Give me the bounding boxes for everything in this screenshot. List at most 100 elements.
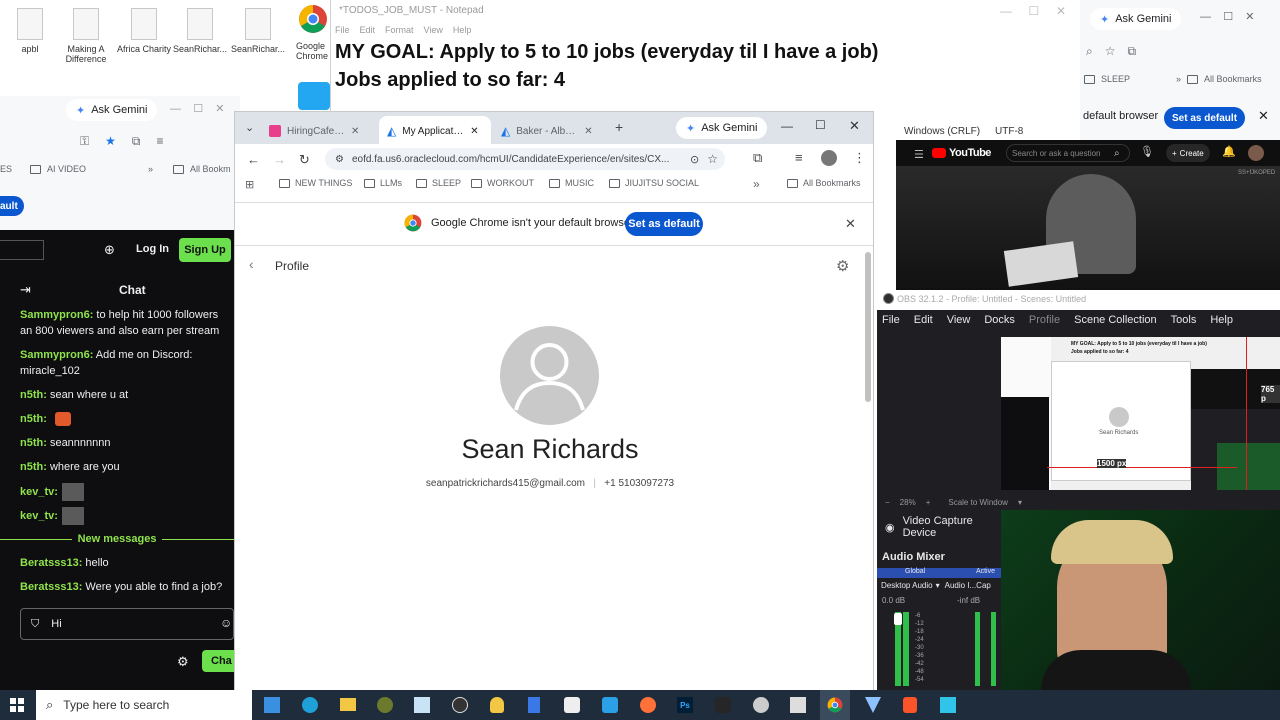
obs-preview[interactable]: MY GOAL: Apply to 5 to 10 jobs (everyday… bbox=[1001, 337, 1280, 490]
set-default-button[interactable]: ault bbox=[0, 196, 24, 216]
menu-profile[interactable]: Profile bbox=[1029, 314, 1060, 326]
bookmark-llms[interactable]: LLMs bbox=[364, 178, 402, 188]
davinci-icon[interactable] bbox=[715, 697, 731, 713]
site-info-icon[interactable]: ⚙ bbox=[335, 154, 344, 165]
ask-gemini-button[interactable]: ✦ Ask Gemini bbox=[676, 117, 768, 139]
bookmark-new-things[interactable]: NEW THINGS bbox=[279, 178, 352, 188]
signup-button[interactable]: Sign Up bbox=[179, 238, 231, 262]
profile-avatar[interactable] bbox=[1248, 145, 1264, 161]
hamburger-icon[interactable]: ☰ bbox=[914, 148, 924, 161]
close-window-button[interactable]: ✕ bbox=[849, 118, 860, 134]
task-view-icon[interactable] bbox=[264, 697, 280, 713]
tab-my-application[interactable]: ◭ My Application ✕ bbox=[387, 118, 491, 144]
bookmark-workout[interactable]: WORKOUT bbox=[471, 178, 534, 188]
obs-taskbar-icon[interactable] bbox=[452, 697, 468, 713]
minimize-button[interactable]: — bbox=[781, 119, 793, 133]
chevron-down-icon[interactable]: ▾ bbox=[1018, 498, 1022, 507]
menu-edit[interactable]: Edit bbox=[360, 25, 376, 35]
menu-icon[interactable]: ⋮ bbox=[853, 150, 866, 166]
candidate-email[interactable]: seanpatrickrichards415@gmail.com bbox=[426, 478, 585, 489]
profile-avatar[interactable] bbox=[821, 150, 837, 166]
close-icon[interactable]: ✕ bbox=[351, 126, 359, 137]
close-icon[interactable]: ✕ bbox=[1258, 108, 1269, 124]
scrollbar[interactable] bbox=[865, 252, 871, 402]
menu-view[interactable]: View bbox=[947, 314, 971, 326]
document-icon[interactable] bbox=[528, 697, 540, 713]
youtube-logo[interactable]: YouTube bbox=[932, 147, 991, 159]
ask-gemini-button[interactable]: ✦ Ask Gemini bbox=[1090, 8, 1182, 30]
tab-hiringcafe[interactable]: HiringCafe - AI ✕ bbox=[269, 118, 373, 144]
plus-icon[interactable]: + bbox=[926, 498, 931, 507]
chat-input[interactable]: ⛉ Hi bbox=[20, 608, 234, 640]
close-icon[interactable]: ✕ bbox=[470, 126, 478, 137]
app-icon[interactable] bbox=[940, 697, 956, 713]
back-icon[interactable]: ← bbox=[247, 152, 260, 167]
star-icon[interactable]: ★ bbox=[105, 134, 116, 149]
scale-select[interactable]: Scale to Window bbox=[948, 498, 1008, 507]
app-icon[interactable] bbox=[790, 697, 806, 713]
location-icon[interactable]: ⊙ bbox=[690, 153, 699, 166]
chat-username[interactable]: kev_tv: bbox=[20, 510, 58, 522]
ask-gemini-button[interactable]: ✦ Ask Gemini bbox=[66, 99, 158, 121]
reload-icon[interactable]: ↻ bbox=[299, 152, 310, 168]
bookmark-sleep[interactable]: SLEEP bbox=[416, 178, 461, 188]
bookmark-es[interactable]: ES bbox=[0, 164, 12, 174]
video-player[interactable]: SS+fJKOPED bbox=[896, 166, 1280, 290]
media-icon[interactable]: ≡ bbox=[156, 134, 163, 149]
tab-search-icon[interactable]: ⌄ bbox=[245, 121, 254, 134]
photoshop-icon[interactable]: Ps bbox=[677, 697, 693, 713]
settings-gear-icon[interactable]: ⚙ bbox=[836, 257, 849, 275]
chat-username[interactable]: Beratsss13: bbox=[20, 557, 82, 569]
search-icon[interactable]: ⌕ bbox=[1114, 148, 1120, 159]
minus-icon[interactable]: − bbox=[885, 498, 890, 507]
tab-global[interactable]: Global bbox=[905, 568, 925, 578]
desktop-icon[interactable]: SeanRichar... bbox=[230, 8, 286, 54]
all-bookmarks[interactable]: All Bookmarks bbox=[1204, 74, 1262, 84]
desktop-icon[interactable]: apbl bbox=[2, 8, 58, 54]
all-bookmarks[interactable]: All Bookm bbox=[190, 164, 231, 174]
emoji-icon[interactable]: ☺ bbox=[220, 616, 232, 630]
bookmark-sleep[interactable]: SLEEP bbox=[1101, 74, 1130, 84]
brave-icon[interactable] bbox=[903, 697, 917, 713]
menu-format[interactable]: Format bbox=[385, 25, 414, 35]
media-icon[interactable]: ≡ bbox=[795, 150, 803, 165]
volume-slider[interactable] bbox=[894, 613, 902, 625]
extension-icon[interactable]: ⧉ bbox=[1128, 44, 1137, 59]
desktop-icon[interactable]: Africa Charity bbox=[116, 8, 172, 54]
candidate-phone[interactable]: +1 5103097273 bbox=[604, 478, 674, 489]
chat-username[interactable]: kev_tv: bbox=[20, 486, 58, 498]
app-icon[interactable] bbox=[377, 697, 393, 713]
taskbar-search[interactable]: ⌕ Type here to search bbox=[36, 690, 252, 720]
tab-active[interactable]: Active bbox=[976, 568, 995, 578]
notepad-window-controls[interactable]: — ☐ ✕ bbox=[1000, 4, 1066, 18]
chat-send-button[interactable]: Cha bbox=[202, 650, 234, 672]
chat-username[interactable]: n5th: bbox=[20, 437, 47, 449]
desktop-icon[interactable]: Making A Difference bbox=[58, 8, 114, 64]
menu-docks[interactable]: Docks bbox=[984, 314, 1015, 326]
app-icon[interactable] bbox=[564, 697, 580, 713]
menu-view[interactable]: View bbox=[424, 25, 443, 35]
chevron-right-icon[interactable]: » bbox=[1176, 74, 1181, 84]
app-icon[interactable] bbox=[865, 697, 881, 713]
lightbulb-icon[interactable] bbox=[490, 697, 504, 713]
extension-icon[interactable]: ⧉ bbox=[753, 150, 762, 166]
new-tab-button[interactable]: + bbox=[615, 119, 623, 135]
login-button[interactable]: Log In bbox=[136, 243, 169, 255]
bookmark-jiujitsu-social[interactable]: JIUJITSU SOCIAL bbox=[609, 178, 699, 188]
desktop-chrome-shortcut[interactable]: Google Chrome bbox=[296, 4, 330, 72]
chrome-taskbar-icon[interactable] bbox=[827, 697, 843, 713]
chevron-right-icon[interactable]: » bbox=[753, 177, 760, 191]
chat-username[interactable]: Sammypron6: bbox=[20, 349, 93, 361]
close-icon[interactable]: ✕ bbox=[845, 216, 856, 232]
create-button[interactable]: + Create bbox=[1166, 144, 1210, 162]
youtube-search[interactable]: Search or ask a question ⌕ bbox=[1006, 144, 1130, 162]
chat-search-box[interactable] bbox=[0, 240, 44, 260]
app-icon[interactable] bbox=[414, 697, 430, 713]
globe-icon[interactable]: ⊕ bbox=[104, 242, 115, 258]
menu-scene-collection[interactable]: Scene Collection bbox=[1074, 314, 1157, 326]
back-chevron-icon[interactable]: ‹ bbox=[249, 256, 254, 272]
menu-file[interactable]: File bbox=[335, 25, 350, 35]
extension-icon[interactable]: ⧉ bbox=[132, 134, 141, 149]
search-icon[interactable]: ⌕ bbox=[1086, 44, 1093, 59]
mic-icon[interactable]: 🎙 bbox=[1140, 145, 1154, 158]
